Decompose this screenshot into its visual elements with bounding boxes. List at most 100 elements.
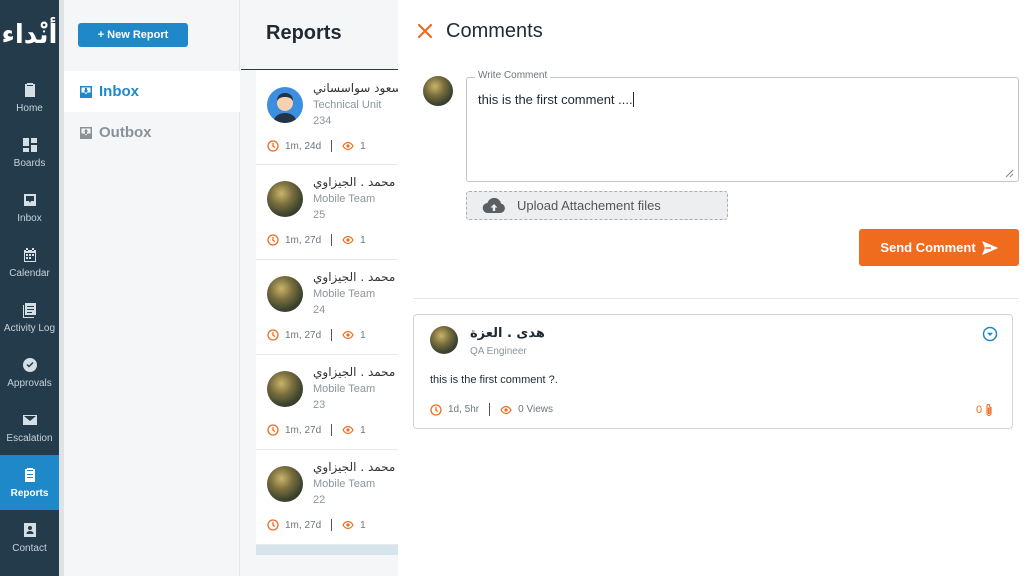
- main-nav: أنْداء Home Boards Inbox Calendar Activi…: [0, 0, 59, 576]
- comment-author-role: QA Engineer: [470, 346, 527, 357]
- nav-item-home[interactable]: Home: [0, 70, 59, 125]
- nav-item-calendar[interactable]: Calendar: [0, 235, 59, 290]
- nav-item-activity-log[interactable]: Activity Log: [0, 290, 59, 345]
- folder-outbox[interactable]: Outbox: [64, 112, 240, 153]
- comment-field-label: Write Comment: [475, 70, 551, 81]
- nav-label: Escalation: [6, 432, 53, 444]
- comment-age: 1d, 5hr: [448, 404, 480, 415]
- report-id: 25: [313, 209, 326, 221]
- report-views: 1: [360, 329, 366, 341]
- text-caret: [632, 92, 634, 107]
- upload-label: Upload Attachement files: [517, 198, 661, 213]
- close-icon[interactable]: [416, 22, 434, 40]
- clock-icon: [430, 403, 442, 416]
- report-card[interactable]: مسعود سواسساني Technical Unit 234 1m, 24…: [256, 70, 398, 165]
- report-team: Mobile Team: [313, 478, 376, 490]
- send-comment-button[interactable]: Send Comment: [859, 229, 1019, 266]
- nav-item-reports[interactable]: Reports: [0, 455, 59, 510]
- avatar: [267, 276, 303, 312]
- cloud-upload-icon: [482, 197, 505, 213]
- new-report-button[interactable]: + New Report: [78, 23, 188, 47]
- report-author: محمد . الجيزاوي: [313, 365, 396, 379]
- report-team: Mobile Team: [313, 383, 376, 395]
- contact-icon: [22, 522, 38, 538]
- inbox-icon: [80, 85, 92, 98]
- nav-label: Reports: [10, 487, 49, 499]
- comment-body: this is the first comment ?.: [430, 374, 558, 386]
- report-card[interactable]: محمد . الجيزاوي Mobile Team 23 1m, 27d 1: [256, 355, 398, 450]
- logo-text: أنْداء: [1, 20, 59, 50]
- resize-handle-icon[interactable]: [1004, 168, 1014, 178]
- eye-icon: [342, 520, 354, 530]
- list-icon: [22, 302, 38, 318]
- upload-attachment-button[interactable]: Upload Attachement files: [466, 191, 728, 220]
- eye-icon: [342, 235, 354, 245]
- folder-label: Inbox: [99, 83, 139, 100]
- clock-icon: [267, 519, 279, 531]
- app-logo[interactable]: أنْداء: [0, 0, 59, 70]
- report-id: 23: [313, 399, 326, 411]
- comment-author: هدى . العزة: [470, 326, 545, 341]
- reports-header: Reports: [241, 0, 398, 70]
- comment-meta: 1d, 5hr 0 Views: [430, 403, 553, 416]
- eye-icon: [342, 141, 354, 151]
- report-views: 1: [360, 140, 366, 152]
- eye-icon: [342, 330, 354, 340]
- nav-label: Calendar: [9, 267, 50, 279]
- check-circle-icon: [22, 357, 38, 373]
- report-age: 1m, 27d: [285, 234, 322, 246]
- comment-card: هدى . العزة QA Engineer this is the firs…: [413, 314, 1013, 429]
- report-card[interactable]: محمد . الجيزاوي Mobile Team 25 1m, 27d 1: [256, 165, 398, 260]
- eye-icon: [342, 425, 354, 435]
- report-age: 1m, 27d: [285, 329, 322, 341]
- nav-item-escalation[interactable]: Escalation: [0, 400, 59, 455]
- paperclip-icon: [986, 404, 992, 417]
- send-icon: [981, 240, 998, 255]
- page-title: Reports: [266, 22, 342, 44]
- report-meta: 1m, 24d 1: [267, 140, 366, 152]
- report-meta: 1m, 27d 1: [267, 234, 366, 246]
- nav-item-contact[interactable]: Contact: [0, 510, 59, 565]
- report-id: 22: [313, 494, 326, 506]
- report-views: 1: [360, 424, 366, 436]
- chevron-down-circle-icon[interactable]: [982, 326, 998, 342]
- send-label: Send Comment: [880, 240, 976, 255]
- folder-inbox[interactable]: Inbox: [64, 71, 240, 112]
- comment-text: this is the first comment ....: [478, 92, 633, 107]
- avatar: [267, 87, 303, 123]
- outbox-icon: [80, 126, 92, 139]
- report-card[interactable]: محمد . الجيزاوي Mobile Team 22 1m, 27d 1: [256, 450, 398, 545]
- divider: [413, 298, 1019, 299]
- report-author: محمد . الجيزاوي: [313, 270, 396, 284]
- report-card-selected[interactable]: [256, 545, 398, 555]
- nav-label: Inbox: [17, 212, 42, 224]
- nav-label: Activity Log: [3, 322, 56, 334]
- folder-column: + New Report Inbox Outbox: [64, 0, 240, 576]
- report-age: 1m, 27d: [285, 424, 322, 436]
- avatar: [423, 76, 453, 106]
- nav-item-approvals[interactable]: Approvals: [0, 345, 59, 400]
- nav-item-inbox[interactable]: Inbox: [0, 180, 59, 235]
- comment-attachments[interactable]: 0: [976, 403, 994, 417]
- nav-label: Boards: [13, 157, 46, 169]
- envelope-icon: [22, 412, 38, 428]
- calendar-icon: [22, 247, 38, 263]
- inbox-icon: [22, 192, 38, 208]
- report-meta: 1m, 27d 1: [267, 424, 366, 436]
- attachment-count: 0: [976, 404, 983, 416]
- report-author: محمد . الجيزاوي: [313, 175, 396, 189]
- nav-label: Home: [16, 102, 43, 114]
- nav-item-boards[interactable]: Boards: [0, 125, 59, 180]
- report-id: 234: [313, 115, 332, 127]
- avatar: [267, 466, 303, 502]
- folder-label: Outbox: [99, 124, 152, 141]
- avatar: [430, 326, 458, 354]
- report-author: محمد . الجيزاوي: [313, 460, 396, 474]
- report-author: مسعود سواسساني: [313, 81, 398, 95]
- grid-icon: [22, 137, 38, 153]
- report-card[interactable]: محمد . الجيزاوي Mobile Team 24 1m, 27d 1: [256, 260, 398, 355]
- comment-input-value[interactable]: this is the first comment ....: [478, 92, 634, 107]
- comment-views: 0 Views: [518, 404, 553, 415]
- clock-icon: [267, 140, 279, 152]
- avatar: [267, 371, 303, 407]
